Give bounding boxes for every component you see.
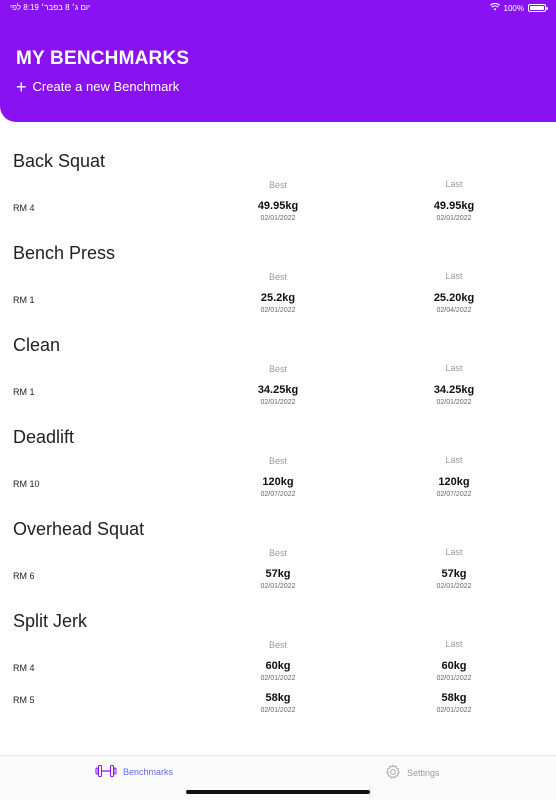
last-column-header: Last: [445, 179, 463, 189]
benchmark-name: Overhead Squat: [13, 519, 145, 539]
rm-label: RM 1: [13, 387, 35, 397]
page-title: MY BENCHMARKS: [16, 48, 190, 69]
rm-label: RM 6: [13, 571, 35, 581]
status-bar: יום ג׳ 8 בפבר׳ 8:19 לפי 100%: [0, 2, 556, 17]
best-value: 58kg: [265, 692, 291, 704]
rm-label: RM 1: [13, 295, 35, 305]
best-value: 57kg: [265, 568, 291, 580]
status-time: יום ג׳ 8 בפבר׳ 8:19 לפי: [10, 3, 91, 12]
tab-benchmarks[interactable]: Benchmarks: [95, 764, 173, 780]
rm-label: RM 4: [13, 663, 35, 673]
header: יום ג׳ 8 בפבר׳ 8:19 לפי 100% MY BENCHMAR…: [0, 0, 556, 122]
best-value: 60kg: [265, 660, 291, 672]
best-date: 02/01/2022: [260, 707, 296, 714]
benchmark-name: Clean: [13, 335, 61, 355]
benchmark-section[interactable]: Bench Press Best Last RM 1 25.2kg 02/01/2022 2…: [0, 214, 556, 314]
best-column-header: Best: [268, 548, 287, 558]
last-value: 60kg: [441, 660, 467, 672]
benchmark-section[interactable]: Overhead Squat Best Last RM 6 57kg 02/01/2022…: [0, 490, 556, 590]
plus-icon: +: [16, 76, 27, 97]
rm-label: RM 10: [13, 479, 40, 489]
create-benchmark-label: Create a new Benchmark: [32, 79, 180, 94]
create-benchmark-button[interactable]: + Create a new Benchmark: [16, 76, 180, 97]
benchmark-name: Bench Press: [13, 243, 116, 263]
benchmark-section[interactable]: Back Squat Best Last RM 4 49.95kg 02/01/2022 4…: [0, 122, 556, 222]
tab-bar: Benchmarks Settings: [0, 755, 556, 800]
gear-icon: [385, 764, 401, 782]
best-column-header: Best: [268, 456, 287, 466]
home-indicator: [186, 790, 370, 794]
tab-settings[interactable]: Settings: [385, 764, 440, 782]
rm-label: RM 4: [13, 203, 35, 213]
benchmark-section[interactable]: Clean Best Last RM 1 34.25kg 02/01/2022 34.25k…: [0, 306, 556, 406]
battery-percent: 100%: [503, 3, 524, 13]
last-value: 120kg: [438, 476, 470, 488]
last-value: 34.25kg: [433, 384, 475, 396]
best-value: 120kg: [262, 476, 294, 488]
benchmark-section[interactable]: Split Jerk Best Last RM 4 60kg 02/01/2022 60kg…: [0, 582, 556, 714]
best-value: 25.2kg: [260, 292, 296, 304]
last-column-header: Last: [445, 639, 463, 649]
last-column-header: Last: [445, 547, 463, 557]
best-column-header: Best: [268, 180, 287, 190]
status-right: 100%: [489, 2, 548, 13]
best-column-header: Best: [268, 272, 287, 282]
battery-icon: [528, 4, 548, 12]
last-column-header: Last: [445, 363, 463, 373]
tab-settings-label: Settings: [407, 768, 440, 778]
last-date: 02/01/2022: [436, 707, 472, 714]
dumbbell-icon: [95, 764, 117, 780]
benchmark-name: Split Jerk: [13, 611, 88, 631]
last-value: 57kg: [441, 568, 467, 580]
best-column-header: Best: [268, 640, 287, 650]
best-value: 34.25kg: [257, 384, 299, 396]
rm-label: RM 5: [13, 695, 35, 705]
benchmark-section[interactable]: Deadlift Best Last RM 10 120kg 02/07/2022 120k…: [0, 398, 556, 498]
last-date: 02/01/2022: [436, 675, 472, 682]
best-date: 02/01/2022: [260, 675, 296, 682]
last-column-header: Last: [445, 271, 463, 281]
last-value: 25.20kg: [433, 292, 475, 304]
benchmark-name: Back Squat: [13, 151, 106, 171]
benchmark-name: Deadlift: [13, 427, 75, 447]
wifi-icon: [489, 2, 500, 13]
last-column-header: Last: [445, 455, 463, 465]
battery-fill: [530, 6, 544, 10]
tab-benchmarks-label: Benchmarks: [123, 767, 174, 777]
last-value: 49.95kg: [433, 200, 475, 212]
last-value: 58kg: [441, 692, 467, 704]
best-column-header: Best: [268, 364, 287, 374]
best-value: 49.95kg: [257, 200, 299, 212]
